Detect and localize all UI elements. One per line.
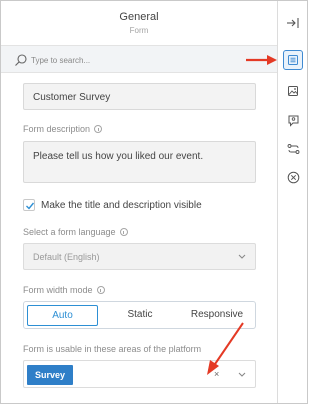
form-description-label: Form description bbox=[23, 124, 103, 134]
form-settings-button[interactable] bbox=[283, 50, 303, 70]
width-mode-label: Form width mode bbox=[23, 285, 105, 295]
workflow-button[interactable] bbox=[283, 139, 303, 159]
panel-header: General Form bbox=[1, 1, 277, 45]
collapse-panel-icon bbox=[287, 18, 299, 28]
language-select[interactable]: Default (English) bbox=[23, 243, 256, 270]
width-mode-toggle: Auto Static Responsive bbox=[23, 301, 256, 329]
clear-selection-icon[interactable]: × bbox=[214, 369, 219, 379]
feedback-button[interactable] bbox=[283, 110, 303, 130]
visible-checkbox[interactable] bbox=[23, 199, 35, 211]
visible-checkbox-label: Make the title and description visible bbox=[41, 200, 202, 211]
language-select-value: Default (English) bbox=[33, 252, 100, 262]
form-description-value: Please tell us how you liked our event. bbox=[33, 151, 204, 162]
feedback-icon bbox=[288, 115, 298, 127]
form-description-label-text: Form description bbox=[23, 124, 91, 134]
width-mode-responsive[interactable]: Responsive bbox=[179, 302, 255, 328]
width-mode-static[interactable]: Static bbox=[101, 302, 179, 328]
form-title-field[interactable]: Customer Survey bbox=[23, 83, 256, 110]
search-icon bbox=[15, 54, 27, 66]
chevron-down-icon[interactable] bbox=[238, 372, 246, 378]
close-circle-icon bbox=[287, 171, 299, 183]
checkmark-icon bbox=[26, 202, 35, 210]
language-label: Select a form language bbox=[23, 227, 128, 237]
side-toolbar bbox=[277, 1, 307, 403]
form-description-field[interactable]: Please tell us how you liked our event. bbox=[23, 141, 256, 183]
width-mode-label-text: Form width mode bbox=[23, 285, 93, 295]
settings-panel: General Form Customer Survey Form descri… bbox=[1, 1, 277, 403]
image-icon bbox=[288, 86, 298, 96]
form-settings-icon bbox=[288, 55, 298, 65]
panel-title: General bbox=[119, 11, 159, 23]
panel-subtitle: Form bbox=[129, 26, 149, 35]
workflow-icon bbox=[287, 144, 299, 154]
area-chip-survey[interactable]: Survey bbox=[27, 365, 74, 385]
image-button[interactable] bbox=[283, 81, 303, 101]
areas-multiselect[interactable]: Survey × bbox=[23, 360, 256, 388]
width-mode-auto[interactable]: Auto bbox=[27, 305, 98, 326]
info-icon[interactable] bbox=[96, 286, 105, 294]
info-icon[interactable] bbox=[119, 228, 128, 236]
search-bar bbox=[1, 45, 277, 73]
search-input[interactable] bbox=[31, 52, 261, 68]
close-button[interactable] bbox=[283, 167, 303, 187]
collapse-panel-button[interactable] bbox=[283, 13, 303, 33]
info-icon[interactable] bbox=[94, 125, 103, 133]
language-label-text: Select a form language bbox=[23, 227, 116, 237]
form-title-value: Customer Survey bbox=[33, 92, 111, 103]
areas-label: Form is usable in these areas of the pla… bbox=[23, 344, 202, 354]
chevron-down-icon bbox=[238, 254, 246, 259]
